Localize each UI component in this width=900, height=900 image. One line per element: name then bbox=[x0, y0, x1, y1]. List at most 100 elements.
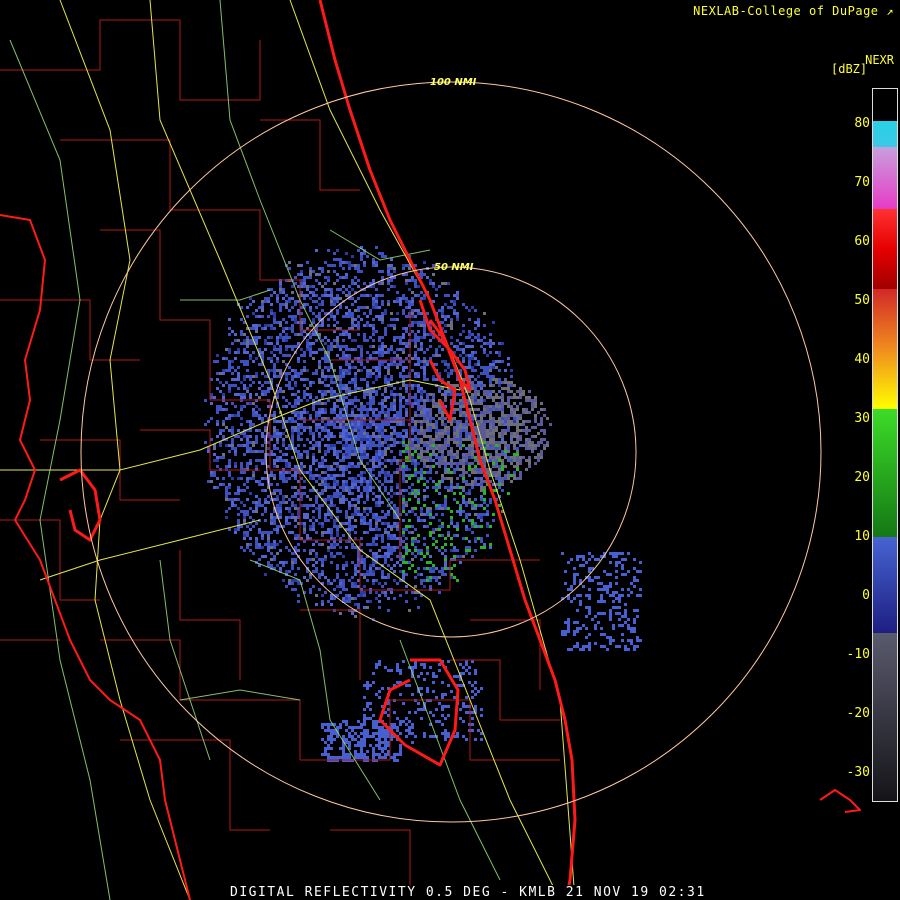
echo-pixel bbox=[246, 525, 249, 528]
echo-pixel bbox=[228, 390, 231, 393]
echo-pixel bbox=[324, 483, 327, 486]
echo-pixel bbox=[372, 399, 375, 402]
echo-pixel bbox=[288, 498, 291, 501]
echo-pixel bbox=[363, 294, 366, 297]
echo-pixel bbox=[393, 549, 396, 552]
echo-pixel bbox=[381, 300, 384, 303]
echo-pixel bbox=[417, 387, 420, 390]
echo-pixel bbox=[243, 342, 246, 345]
echo-pixel bbox=[357, 498, 360, 501]
echo-pixel bbox=[465, 513, 468, 516]
echo-pixel bbox=[240, 477, 243, 480]
echo-pixel bbox=[330, 393, 333, 396]
echo-pixel bbox=[480, 498, 483, 501]
echo-pixel bbox=[264, 543, 267, 546]
echo-pixel bbox=[294, 300, 297, 303]
echo-pixel bbox=[360, 318, 363, 321]
echo-pixel bbox=[243, 549, 246, 552]
echo-pixel bbox=[387, 492, 390, 495]
echo-pixel bbox=[465, 501, 468, 504]
echo-pixel bbox=[294, 525, 297, 528]
echo-pixel bbox=[429, 471, 432, 474]
echo-pixel bbox=[354, 507, 357, 510]
echo-pixel bbox=[378, 594, 381, 597]
echo-pixel bbox=[300, 378, 303, 381]
echo-pixel bbox=[300, 426, 303, 429]
echo-pixel bbox=[288, 531, 291, 534]
echo-pixel bbox=[309, 498, 312, 501]
echo-pixel bbox=[291, 432, 294, 435]
echo-pixel bbox=[459, 333, 462, 336]
echo-pixel bbox=[363, 324, 366, 327]
echo-pixel bbox=[471, 339, 474, 342]
echo-pixel bbox=[333, 495, 336, 498]
echo-pixel bbox=[357, 408, 360, 411]
echo-pixel bbox=[309, 336, 312, 339]
echo-pixel bbox=[228, 366, 231, 369]
echo-pixel bbox=[351, 303, 354, 306]
echo-pixel bbox=[423, 390, 426, 393]
echo-pixel bbox=[342, 414, 345, 417]
echo-pixel bbox=[273, 447, 276, 450]
echo-pixel bbox=[456, 315, 459, 318]
echo-pixel bbox=[267, 357, 270, 360]
echo-pixel bbox=[411, 276, 414, 279]
echo-pixel bbox=[483, 366, 486, 369]
echo-pixel bbox=[276, 357, 279, 360]
echo-pixel bbox=[447, 315, 450, 318]
echo-pixel bbox=[429, 585, 432, 588]
echo-pixel bbox=[459, 507, 462, 510]
echo-pixel bbox=[228, 333, 231, 336]
echo-pixel bbox=[255, 372, 258, 375]
echo-pixel bbox=[366, 489, 369, 492]
echo-pixel bbox=[390, 495, 393, 498]
echo-pixel bbox=[252, 552, 255, 555]
echo-pixel bbox=[339, 264, 342, 267]
echo-pixel bbox=[471, 417, 474, 420]
echo-pixel bbox=[303, 444, 306, 447]
echo-pixel bbox=[312, 294, 315, 297]
echo-pixel bbox=[309, 297, 312, 300]
reflectivity-echoes bbox=[204, 246, 642, 762]
echo-pixel bbox=[402, 333, 405, 336]
echo-pixel bbox=[378, 423, 381, 426]
echo-pixel bbox=[255, 375, 258, 378]
echo-pixel bbox=[276, 393, 279, 396]
echo-pixel bbox=[405, 282, 408, 285]
echo-pixel bbox=[294, 519, 297, 522]
echo-pixel bbox=[306, 276, 309, 279]
echo-pixel bbox=[333, 462, 336, 465]
echo-pixel bbox=[330, 543, 333, 546]
echo-pixel bbox=[432, 396, 435, 399]
echo-pixel bbox=[258, 417, 261, 420]
echo-pixel bbox=[381, 252, 384, 255]
echo-pixel bbox=[405, 390, 408, 393]
echo-pixel bbox=[426, 396, 429, 399]
echo-pixel bbox=[405, 399, 408, 402]
echo-pixel bbox=[381, 321, 384, 324]
echo-pixel bbox=[489, 339, 492, 342]
echo-pixel bbox=[486, 369, 489, 372]
echo-pixel bbox=[273, 366, 276, 369]
echo-pixel bbox=[327, 444, 330, 447]
echo-pixel bbox=[249, 420, 252, 423]
echo-pixel bbox=[435, 288, 438, 291]
echo-pixel bbox=[414, 495, 417, 498]
echo-pixel bbox=[459, 369, 462, 372]
echo-pixel bbox=[420, 312, 423, 315]
echo-pixel bbox=[345, 348, 348, 351]
echo-pixel bbox=[405, 585, 408, 588]
echo-pixel bbox=[360, 294, 363, 297]
echo-pixel bbox=[345, 315, 348, 318]
echo-pixel bbox=[273, 321, 276, 324]
echo-pixel bbox=[429, 453, 432, 456]
echo-pixel bbox=[387, 303, 390, 306]
echo-pixel bbox=[255, 504, 258, 507]
echo-pixel bbox=[480, 372, 483, 375]
echo-pixel bbox=[417, 552, 420, 555]
echo-pixel bbox=[375, 453, 378, 456]
echo-pixel bbox=[438, 582, 441, 585]
echo-pixel bbox=[516, 468, 519, 471]
echo-pixel bbox=[315, 459, 318, 462]
echo-pixel bbox=[297, 360, 300, 363]
